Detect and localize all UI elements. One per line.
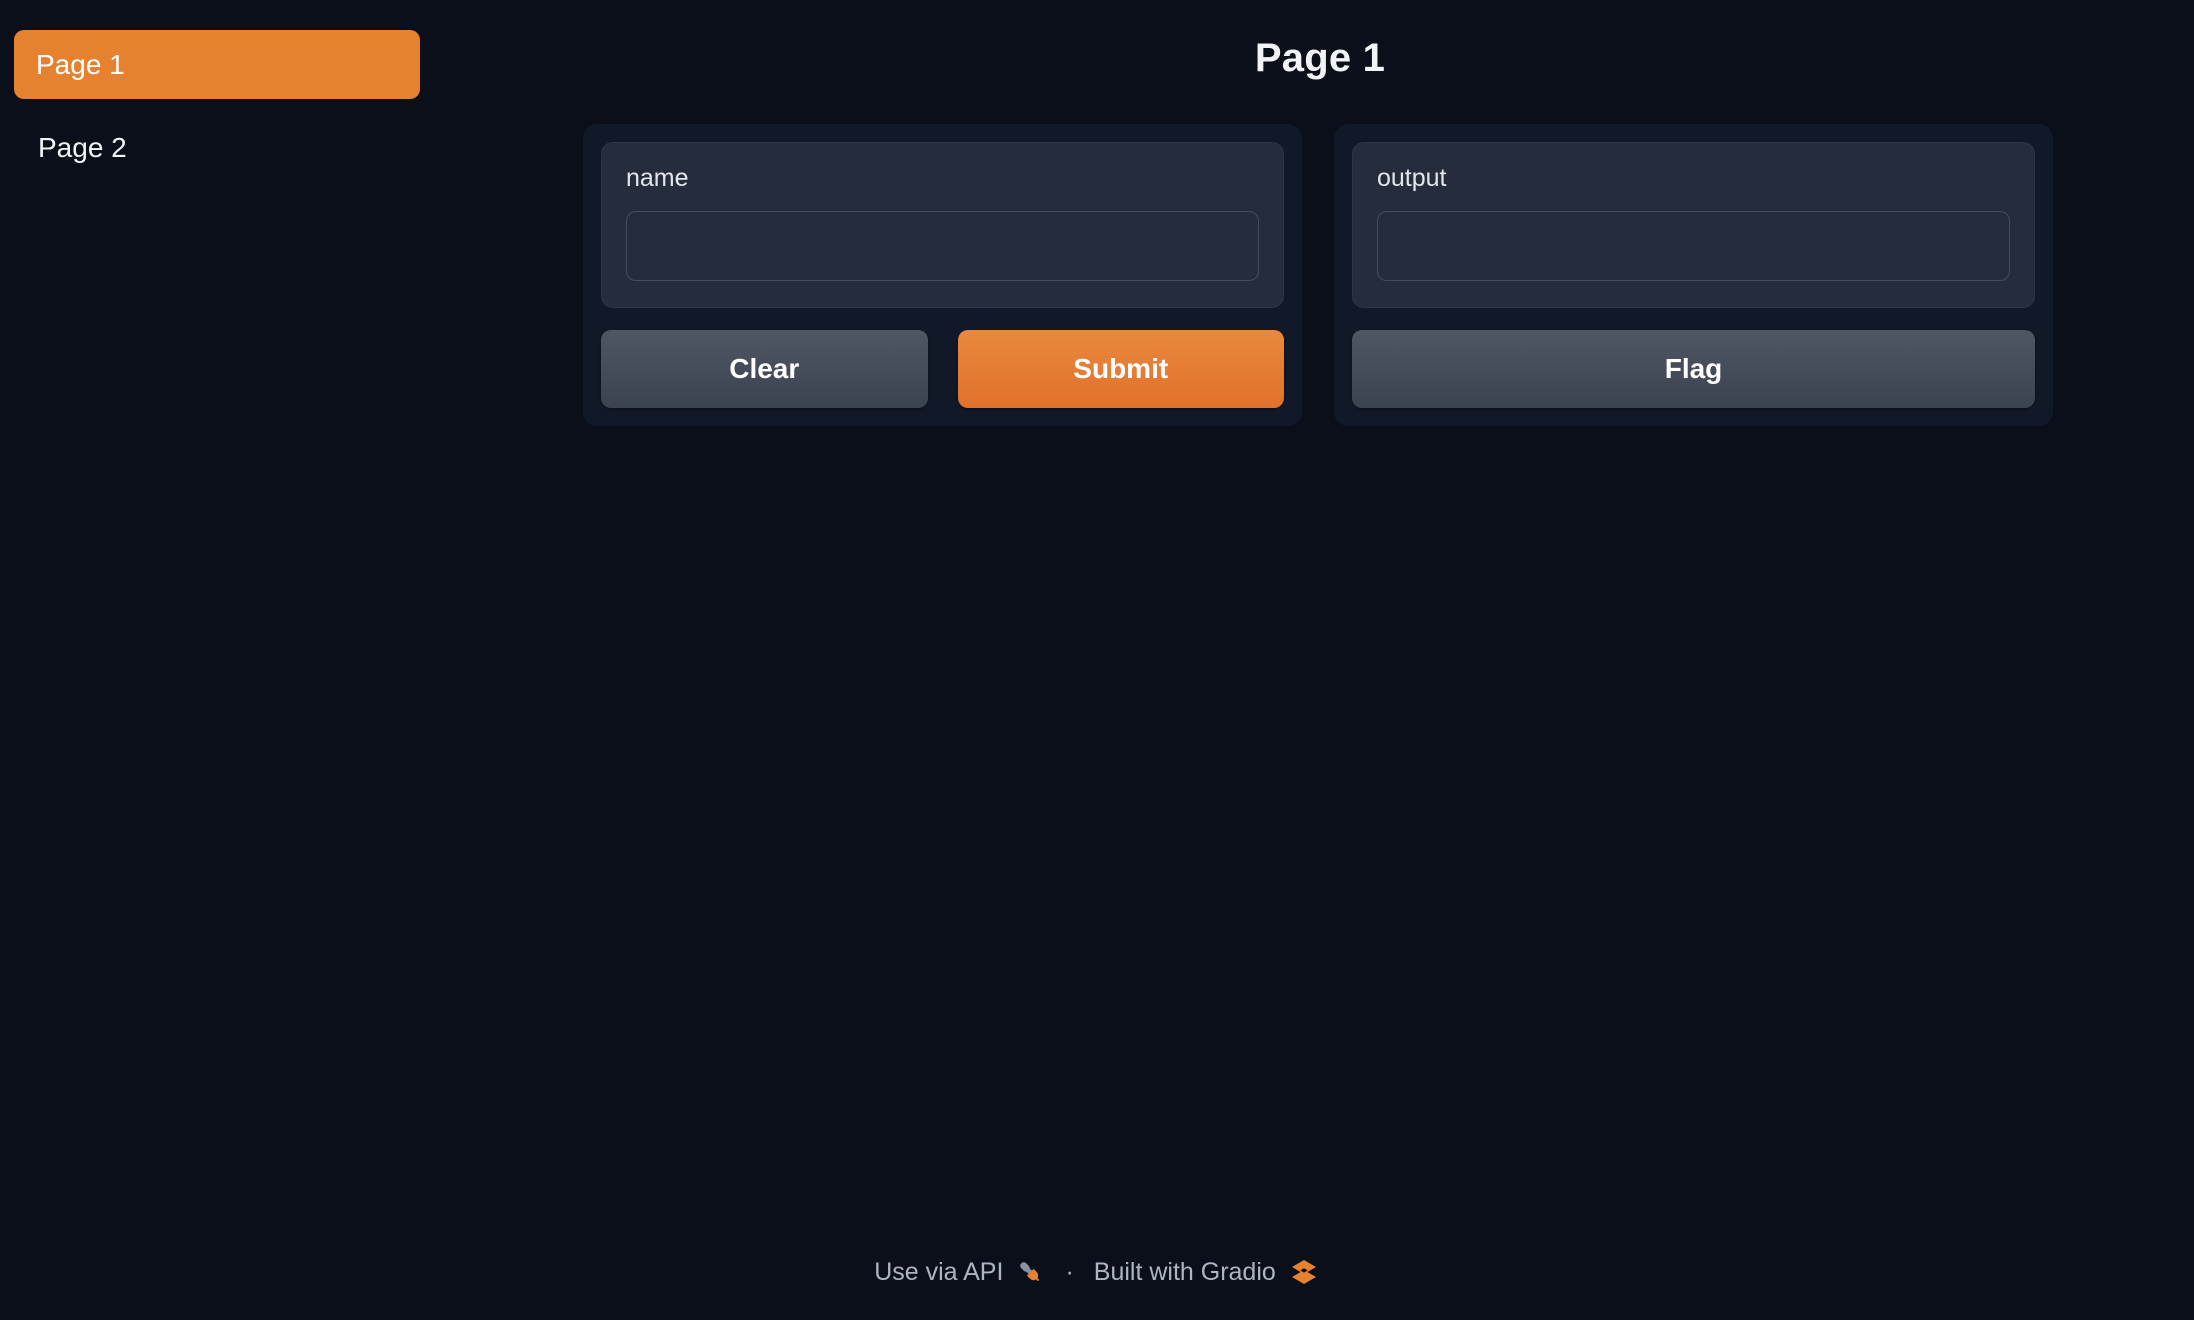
- page-title: Page 1: [1254, 36, 1386, 80]
- gradio-app: Page 1 Page 2 Page 1 name Clear Submit o…: [0, 0, 2194, 1320]
- main-content: name Clear Submit output Flag: [583, 124, 2053, 426]
- submit-button[interactable]: Submit: [957, 330, 1284, 408]
- use-via-api-label: Use via API: [874, 1257, 1004, 1286]
- clear-button-label: Clear: [729, 353, 800, 384]
- gradio-logo-icon: [1288, 1256, 1320, 1288]
- name-field-block: name: [601, 142, 1284, 308]
- built-with-gradio-label: Built with Gradio: [1093, 1257, 1276, 1286]
- sidebar-item-page-2[interactable]: Page 2: [14, 113, 420, 182]
- footer-separator: ·: [1065, 1257, 1074, 1286]
- input-button-row: Clear Submit: [601, 330, 1284, 408]
- footer: Use via API · Built with Gradio: [0, 1256, 2194, 1288]
- plug-icon: [1015, 1257, 1045, 1287]
- name-field-label: name: [626, 164, 689, 192]
- output-textbox[interactable]: [1377, 211, 2010, 281]
- input-panel: name Clear Submit: [583, 124, 1302, 426]
- submit-button-label: Submit: [1073, 353, 1169, 384]
- use-via-api-link[interactable]: Use via API: [874, 1257, 1045, 1287]
- output-field-block: output: [1352, 142, 2035, 308]
- output-panel: output Flag: [1334, 124, 2053, 426]
- sidebar-item-label: Page 1: [36, 49, 125, 80]
- clear-button[interactable]: Clear: [601, 330, 928, 408]
- flag-button-label: Flag: [1664, 353, 1723, 384]
- output-field-label: output: [1377, 164, 1447, 192]
- sidebar-item-page-1[interactable]: Page 1: [14, 30, 420, 99]
- sidebar: Page 1 Page 2: [0, 0, 560, 182]
- flag-button[interactable]: Flag: [1352, 330, 2035, 408]
- built-with-gradio-link[interactable]: Built with Gradio: [1094, 1256, 1320, 1288]
- output-button-row: Flag: [1352, 330, 2035, 408]
- sidebar-item-label: Page 2: [38, 132, 127, 163]
- name-input[interactable]: [626, 211, 1259, 281]
